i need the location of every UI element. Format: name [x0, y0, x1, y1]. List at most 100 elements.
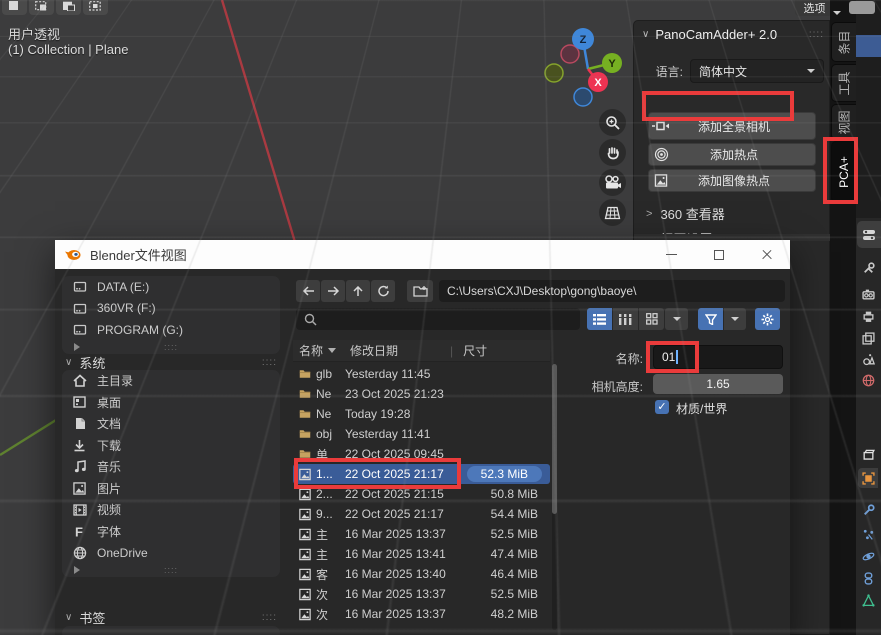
file-row[interactable]: Ne 23 Oct 2025 21:23 [293, 384, 550, 404]
physics-properties-tab[interactable] [858, 546, 878, 566]
view-list-vertical-button[interactable] [587, 308, 612, 330]
constraints-properties-tab[interactable] [858, 568, 878, 588]
filter-button[interactable] [698, 308, 723, 330]
sidebar-tab-0[interactable]: 条目 [831, 22, 856, 62]
outliner-filter-button[interactable] [849, 1, 875, 14]
file-row[interactable]: 客 16 Mar 2025 13:40 46.4 MiB [293, 564, 550, 584]
select-intersect-button[interactable] [83, 0, 108, 15]
add-hotspot-button[interactable]: 添加热点 [648, 143, 816, 166]
gizmo-neg-y[interactable] [545, 64, 563, 82]
add-image-hotspot-button[interactable]: 添加图像热点 [648, 169, 816, 192]
bookmarks-section-header[interactable]: ∨ 书签 :::: [65, 608, 277, 627]
file-date: Yesterday 11:41 [345, 427, 457, 441]
system-item[interactable]: 下载 [62, 435, 280, 457]
chevron-down-icon[interactable] [833, 2, 841, 20]
file-row[interactable]: 次 16 Mar 2025 13:37 52.5 MiB [293, 584, 550, 604]
panel-grip[interactable]: :::: [809, 29, 824, 40]
outliner-selected-row[interactable] [856, 35, 881, 57]
volume-item[interactable]: PROGRAM (G:) [62, 319, 280, 341]
volume-item[interactable]: 360VR (F:) [62, 298, 280, 320]
file-row[interactable]: Ne Today 19:28 [293, 404, 550, 424]
system-item[interactable]: 主目录 [62, 370, 280, 392]
world-properties-tab[interactable] [858, 370, 878, 390]
system-box: 主目录桌面文档下载音乐图片视频F字体OneDrive:::: [62, 370, 280, 577]
file-name: Ne [311, 407, 345, 421]
zoom-button[interactable] [599, 109, 626, 136]
close-button[interactable] [751, 240, 783, 269]
file-row[interactable]: 9... 22 Oct 2025 21:17 54.4 MiB [293, 504, 550, 524]
collection-properties-tab[interactable] [858, 444, 878, 464]
up-directory-button[interactable] [346, 280, 370, 302]
minimize-button[interactable] [655, 240, 687, 269]
system-item[interactable]: OneDrive [62, 542, 280, 564]
panel-collapse-icon[interactable]: ∨ [642, 29, 649, 40]
volume-item[interactable]: DATA (E:) [62, 276, 280, 298]
file-row[interactable]: glb Yesterday 11:45 [293, 364, 550, 384]
file-row[interactable]: obj Yesterday 11:41 [293, 424, 550, 444]
collapsed-section-360-viewer[interactable]: >360 查看器 [646, 204, 725, 223]
new-folder-button[interactable] [407, 280, 433, 302]
column-date[interactable]: 修改日期 [350, 342, 398, 359]
file-size: 52.5 MiB [457, 587, 550, 601]
view-list-horizontal-button[interactable] [613, 308, 638, 330]
refresh-button[interactable] [371, 280, 395, 302]
file-row[interactable]: 主 16 Mar 2025 13:41 47.4 MiB [293, 544, 550, 564]
display-settings-dropdown[interactable] [665, 308, 688, 330]
view-thumbnails-button[interactable] [639, 308, 664, 330]
folder-icon [293, 408, 311, 420]
file-name: 主 [311, 546, 345, 563]
particles-properties-tab[interactable] [858, 524, 878, 544]
file-size: 50.8 MiB [457, 487, 550, 501]
section-grip[interactable]: :::: [262, 612, 277, 623]
system-item[interactable]: 视频 [62, 499, 280, 521]
sidebar-tab-1[interactable]: 工具 [831, 64, 856, 102]
path-field[interactable]: C:\Users\CXJ\Desktop\gong\baoye\ [439, 280, 785, 302]
section-grip[interactable]: :::: [262, 357, 277, 368]
material-world-checkbox[interactable]: ✓ [655, 400, 669, 414]
system-item[interactable]: 图片 [62, 478, 280, 500]
modifiers-properties-tab[interactable] [858, 500, 878, 520]
image-file-icon [293, 608, 311, 621]
select-extend-button[interactable] [29, 0, 54, 15]
camera-height-field[interactable]: 1.65 [653, 374, 783, 394]
output-properties-tab[interactable] [858, 306, 878, 326]
select-subtract-button[interactable] [56, 0, 81, 15]
search-input[interactable] [296, 308, 580, 330]
gizmo-neg-z[interactable] [574, 88, 592, 106]
sidebar-tab-2[interactable]: 视图 [831, 104, 856, 140]
scene-properties-tab[interactable] [858, 349, 878, 369]
box-grip[interactable]: :::: [62, 564, 280, 577]
tool-properties-tab[interactable] [858, 258, 878, 278]
view-layer-properties-tab[interactable] [858, 328, 878, 348]
column-size[interactable]: 尺寸 [463, 342, 487, 359]
camera-view-button[interactable] [599, 169, 626, 196]
language-select[interactable]: 简体中文 [690, 59, 824, 83]
file-list: glb Yesterday 11:45 Ne 23 Oct 2025 21:23… [293, 364, 550, 624]
system-item[interactable]: 桌面 [62, 392, 280, 414]
navigation-gizmo[interactable]: Z Y X [543, 25, 633, 111]
section-label: 360 查看器 [660, 204, 724, 223]
object-properties-tab[interactable] [858, 468, 878, 488]
system-item[interactable]: 文档 [62, 413, 280, 435]
gear-icon[interactable] [755, 308, 780, 330]
column-name[interactable]: 名称 [293, 342, 336, 359]
select-new-button[interactable] [2, 0, 27, 15]
render-properties-tab[interactable] [858, 284, 878, 304]
annotation-box-add-pano-camera-button [642, 91, 794, 121]
editor-type-selector[interactable] [857, 221, 881, 248]
system-item[interactable]: F字体 [62, 521, 280, 543]
maximize-button[interactable] [703, 240, 735, 269]
file-row[interactable]: 次 16 Mar 2025 13:37 48.2 MiB [293, 604, 550, 624]
pan-hand-button[interactable] [599, 139, 626, 166]
dialog-titlebar[interactable]: Blender文件视图 [55, 240, 790, 269]
file-list-scrollbar[interactable] [552, 364, 557, 630]
system-item[interactable]: 音乐 [62, 456, 280, 478]
forward-button[interactable] [321, 280, 345, 302]
back-button[interactable] [296, 280, 320, 302]
file-row[interactable]: 主 16 Mar 2025 13:37 52.5 MiB [293, 524, 550, 544]
box-grip[interactable]: :::: [62, 341, 280, 354]
orthographic-grid-button[interactable] [599, 199, 626, 226]
object-data-properties-tab[interactable] [858, 590, 878, 610]
filter-settings-dropdown[interactable] [724, 308, 746, 330]
folder-icon [293, 368, 311, 380]
